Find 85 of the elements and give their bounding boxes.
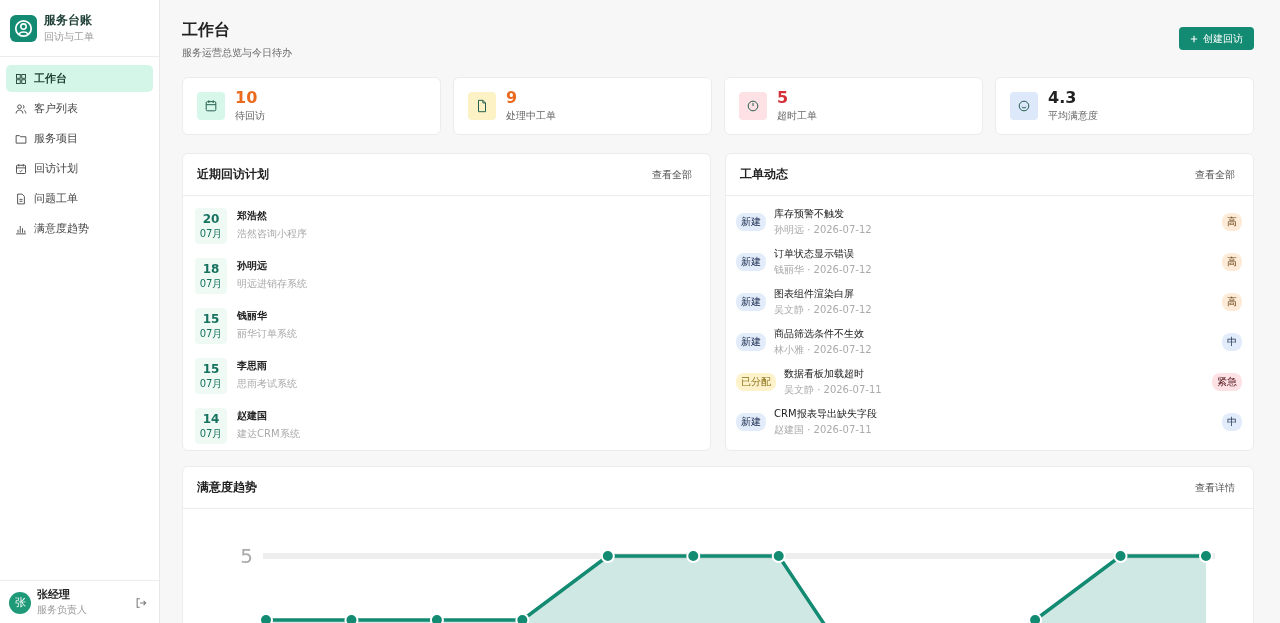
date-badge: 14 07月 — [195, 408, 227, 444]
nav-item[interactable]: 满意度趋势 — [6, 215, 153, 242]
brand-title: 服务台账 — [44, 12, 93, 29]
data-point — [1113, 549, 1128, 563]
status-badge: 已分配 — [736, 373, 776, 391]
priority-badge: 中 — [1222, 413, 1242, 431]
ticket-meta: 赵建国 · 2026-07-11 — [774, 423, 873, 437]
page-title: 工作台 — [182, 20, 231, 41]
client-name: 郑浩然 — [237, 209, 268, 223]
ticket-title: 图表组件渲染白屏 — [774, 287, 855, 301]
status-badge: 新建 — [736, 213, 766, 231]
data-point — [1199, 549, 1213, 563]
logo-icon — [10, 14, 37, 42]
stat-label: 待回访 — [235, 109, 265, 123]
create-visit-button[interactable]: 创建回访 — [1179, 27, 1254, 50]
project-name: 丽华订单系统 — [237, 327, 297, 341]
panel-title: 近期回访计划 — [197, 166, 269, 183]
ticket-title: 订单状态显示错误 — [774, 247, 855, 261]
ticket-title: 数据看板加载超时 — [784, 367, 865, 381]
client-name: 李思雨 — [237, 359, 268, 373]
client-name: 钱丽华 — [237, 309, 268, 323]
folder-icon — [15, 132, 27, 145]
file-icon — [468, 92, 496, 120]
date-badge: 15 07月 — [195, 308, 227, 344]
file-icon — [15, 192, 27, 205]
view-details-link[interactable]: 查看详情 — [1195, 480, 1235, 495]
ticket-title: 商品筛选条件不生效 — [774, 327, 865, 341]
client-name: 孙明远 — [237, 259, 268, 273]
data-point — [686, 549, 701, 563]
stat-label: 处理中工单 — [506, 109, 556, 123]
view-all-link[interactable]: 查看全部 — [1195, 167, 1235, 182]
ticket-meta: 钱丽华 · 2026-07-12 — [774, 263, 873, 277]
priority-badge: 中 — [1222, 333, 1242, 351]
ticket-meta: 孙明远 · 2026-07-12 — [774, 223, 873, 237]
priority-badge: 高 — [1222, 253, 1242, 271]
ticket-title: 库存预警不触发 — [774, 207, 845, 221]
ticket-title: CRM报表导出缺失字段 — [774, 407, 878, 421]
user-avatar: 张 — [9, 591, 31, 614]
project-name: 明远进销存系统 — [237, 277, 307, 291]
calendar-icon — [15, 162, 27, 175]
data-point — [600, 549, 615, 563]
brand-subtitle: 回访与工单 — [44, 30, 94, 44]
data-point — [771, 549, 786, 563]
users-icon — [15, 102, 27, 115]
logout-icon[interactable] — [135, 596, 147, 609]
priority-badge: 高 — [1222, 213, 1242, 231]
status-badge: 新建 — [736, 413, 766, 431]
smile-icon — [1010, 92, 1038, 120]
stat-value: 4.3 — [1048, 89, 1078, 107]
user-role: 服务负责人 — [37, 603, 88, 617]
ticket-meta: 林小雅 · 2026-07-12 — [774, 343, 873, 357]
calendar-icon — [197, 92, 225, 120]
stat-value: 5 — [777, 89, 790, 107]
status-badge: 新建 — [736, 293, 766, 311]
grid-icon — [15, 72, 27, 85]
client-name: 赵建国 — [237, 409, 268, 423]
status-badge: 新建 — [736, 253, 766, 271]
project-name: 建达CRM系统 — [237, 427, 300, 441]
view-all-link[interactable]: 查看全部 — [652, 167, 692, 182]
page-subtitle: 服务运营总览与今日待办 — [182, 46, 292, 60]
ticket-meta: 吴文静 · 2026-07-12 — [774, 303, 873, 317]
status-badge: 新建 — [736, 333, 766, 351]
nav-item[interactable]: 服务项目 — [6, 125, 153, 152]
panel-title: 工单动态 — [740, 166, 788, 183]
project-name: 浩然咨询小程序 — [237, 227, 307, 241]
y-axis-label: 5 — [240, 544, 253, 568]
priority-badge: 紧急 — [1212, 373, 1242, 391]
project-name: 思雨考试系统 — [237, 377, 297, 391]
panel-title: 满意度趋势 — [197, 479, 257, 496]
stat-label: 超时工单 — [777, 109, 817, 123]
stat-value: 10 — [235, 89, 259, 107]
stat-label: 平均满意度 — [1048, 109, 1098, 123]
plus-icon — [1190, 34, 1198, 43]
priority-badge: 高 — [1222, 293, 1242, 311]
nav-item[interactable]: 工作台 — [6, 65, 153, 92]
nav-item[interactable]: 问题工单 — [6, 185, 153, 212]
user-name: 张经理 — [37, 588, 71, 602]
nav-item[interactable]: 回访计划 — [6, 155, 153, 182]
nav-item[interactable]: 客户列表 — [6, 95, 153, 122]
clock-icon — [739, 92, 767, 120]
date-badge: 20 07月 — [195, 208, 227, 244]
stat-value: 9 — [506, 89, 519, 107]
date-badge: 18 07月 — [195, 258, 227, 294]
date-badge: 15 07月 — [195, 358, 227, 394]
ticket-meta: 吴文静 · 2026-07-11 — [784, 383, 883, 397]
